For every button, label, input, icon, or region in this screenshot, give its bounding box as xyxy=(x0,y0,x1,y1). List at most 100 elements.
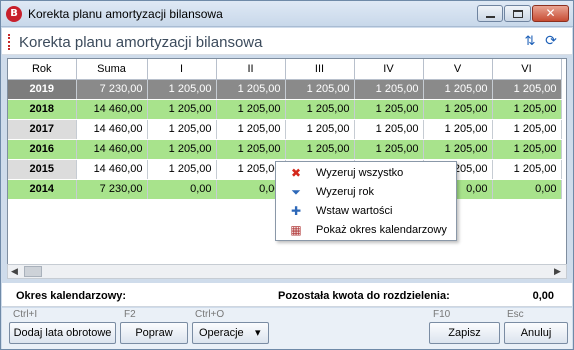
amount-cell[interactable]: 1 205,00 xyxy=(285,99,355,120)
amount-cell[interactable]: 1 205,00 xyxy=(423,139,493,160)
menu-item-insert-values[interactable]: ✚ Wstaw wartości xyxy=(278,202,454,220)
year-cell[interactable]: 2015 xyxy=(8,159,77,180)
amount-cell[interactable]: 1 205,00 xyxy=(216,119,286,140)
menu-item-show-calendar-period[interactable]: ▦ Pokaż okres kalendarzowy xyxy=(278,221,454,239)
menu-item-label: Wyzeruj rok xyxy=(316,186,374,198)
page-header: Korekta planu amortyzacji bilansowa ⇅ ⟳ xyxy=(2,28,572,55)
amount-cell[interactable]: 1 205,00 xyxy=(492,79,562,100)
amount-cell[interactable]: 1 205,00 xyxy=(354,99,424,120)
menu-item-label: Wstaw wartości xyxy=(316,205,393,217)
edit-button[interactable]: Popraw xyxy=(120,322,188,344)
shortcut-hint: Ctrl+O xyxy=(195,309,225,320)
amount-cell[interactable]: 1 205,00 xyxy=(423,79,493,100)
close-button[interactable]: ✕ xyxy=(532,5,569,22)
table-row[interactable]: 2019 7 230,00 1 205,00 1 205,00 1 205,00 1 20… xyxy=(8,79,562,100)
shortcut-hint: Esc xyxy=(507,309,524,320)
table-row[interactable]: 2016 14 460,00 1 205,00 1 205,00 1 205,00 1 2… xyxy=(8,139,562,160)
window-title: Korekta planu amortyzacji bilansowa xyxy=(28,7,223,21)
menu-item-label: Pokaż okres kalendarzowy xyxy=(316,224,447,236)
header-grip-icon xyxy=(8,34,10,50)
operations-button-label: Operacje xyxy=(199,327,244,339)
amount-cell[interactable]: 14 460,00 xyxy=(76,139,148,160)
menu-item-reset-year[interactable]: ⏷ Wyzeruj rok xyxy=(278,183,454,201)
amount-cell[interactable]: 1 205,00 xyxy=(492,99,562,120)
year-cell[interactable]: 2017 xyxy=(8,119,77,140)
maximize-button[interactable] xyxy=(504,5,531,22)
amount-cell[interactable]: 1 205,00 xyxy=(216,99,286,120)
amount-cell[interactable]: 1 205,00 xyxy=(354,139,424,160)
year-cell[interactable]: 2016 xyxy=(8,139,77,160)
amount-cell[interactable]: 14 460,00 xyxy=(76,159,148,180)
amount-cell[interactable]: 1 205,00 xyxy=(147,139,217,160)
page-title: Korekta planu amortyzacji bilansowa xyxy=(19,34,263,51)
okres-label: Okres kalendarzowy: xyxy=(16,290,127,302)
app-window: B Korekta planu amortyzacji bilansowa ✕ … xyxy=(0,0,574,350)
calendar-icon: ▦ xyxy=(290,223,302,237)
scrollbar-thumb[interactable] xyxy=(24,266,42,277)
amount-cell[interactable]: 1 205,00 xyxy=(147,119,217,140)
year-cell[interactable]: 2019 xyxy=(8,79,77,100)
amount-cell[interactable]: 1 205,00 xyxy=(492,139,562,160)
column-header[interactable]: Suma xyxy=(76,59,148,80)
amount-cell[interactable]: 1 205,00 xyxy=(285,119,355,140)
table-row[interactable]: 2017 14 460,00 1 205,00 1 205,00 1 205,00 1 2… xyxy=(8,119,562,140)
column-header[interactable]: VI xyxy=(492,59,562,80)
shortcut-hint: F10 xyxy=(433,309,451,320)
scroll-right-icon[interactable]: ▶ xyxy=(554,266,564,278)
amount-cell[interactable]: 1 205,00 xyxy=(492,119,562,140)
cancel-button[interactable]: Anuluj xyxy=(504,322,568,344)
menu-item-reset-all[interactable]: ✖ Wyzeruj wszystko xyxy=(278,164,454,182)
amount-cell[interactable]: 1 205,00 xyxy=(147,79,217,100)
footer-toolbar: Ctrl+I Dodaj lata obrotowe F2 Popraw Ctr… xyxy=(2,308,572,349)
amount-cell[interactable]: 7 230,00 xyxy=(76,179,148,200)
shortcut-hint: Ctrl+I xyxy=(13,309,38,320)
menu-item-label: Wyzeruj wszystko xyxy=(316,167,404,179)
minimize-icon xyxy=(486,16,495,18)
amount-cell[interactable]: 1 205,00 xyxy=(354,119,424,140)
refresh-icon[interactable]: ⟳ xyxy=(543,33,559,50)
app-logo-icon: B xyxy=(6,6,22,22)
remaining-amount-value: 0,00 xyxy=(532,290,554,302)
amount-cell[interactable]: 1 205,00 xyxy=(354,79,424,100)
amount-cell[interactable]: 1 205,00 xyxy=(216,79,286,100)
amount-cell[interactable]: 14 460,00 xyxy=(76,119,148,140)
save-button[interactable]: Zapisz xyxy=(429,322,500,344)
maximize-icon xyxy=(513,10,523,18)
amount-cell[interactable]: 1 205,00 xyxy=(147,159,217,180)
amount-cell[interactable]: 7 230,00 xyxy=(76,79,148,100)
red-x-icon: ✖ xyxy=(290,166,302,180)
column-header[interactable]: I xyxy=(147,59,217,80)
close-icon: ✕ xyxy=(545,6,556,20)
column-header[interactable]: II xyxy=(216,59,286,80)
column-header[interactable]: III xyxy=(285,59,355,80)
summary-bar: Okres kalendarzowy: Pozostała kwota do r… xyxy=(2,283,572,307)
context-menu: ✖ Wyzeruj wszystko ⏷ Wyzeruj rok ✚ Wstaw… xyxy=(275,161,457,241)
horizontal-scrollbar[interactable]: ◀ ▶ xyxy=(7,264,567,279)
remaining-amount-label: Pozostała kwota do rozdzielenia: xyxy=(278,290,450,302)
add-fiscal-years-button[interactable]: Dodaj lata obrotowe xyxy=(9,322,116,344)
sort-icon[interactable]: ⇅ xyxy=(522,33,538,50)
table-row[interactable]: 2018 14 460,00 1 205,00 1 205,00 1 205,00 1 2… xyxy=(8,99,562,120)
amount-cell[interactable]: 1 205,00 xyxy=(285,79,355,100)
amount-cell[interactable]: 1 205,00 xyxy=(423,119,493,140)
scroll-left-icon[interactable]: ◀ xyxy=(11,266,21,278)
amount-cell[interactable]: 1 205,00 xyxy=(285,139,355,160)
column-header[interactable]: V xyxy=(423,59,493,80)
amount-cell[interactable]: 1 205,00 xyxy=(216,139,286,160)
year-cell[interactable]: 2014 xyxy=(8,179,77,200)
year-cell[interactable]: 2018 xyxy=(8,99,77,120)
column-header[interactable]: IV xyxy=(354,59,424,80)
amount-cell[interactable]: 14 460,00 xyxy=(76,99,148,120)
column-header[interactable]: Rok xyxy=(8,59,77,80)
amount-cell[interactable]: 0,00 xyxy=(147,179,217,200)
amount-cell[interactable]: 1 205,00 xyxy=(492,159,562,180)
title-bar[interactable]: B Korekta planu amortyzacji bilansowa ✕ xyxy=(1,1,573,27)
chevron-down-icon: ▾ xyxy=(255,327,261,339)
amount-cell[interactable]: 1 205,00 xyxy=(423,99,493,120)
table-header-row: Rok Suma I II III IV V VI xyxy=(8,59,562,80)
minimize-button[interactable] xyxy=(477,5,503,22)
shortcut-hint: F2 xyxy=(124,309,136,320)
amount-cell[interactable]: 1 205,00 xyxy=(147,99,217,120)
amount-cell[interactable]: 0,00 xyxy=(492,179,562,200)
operations-dropdown-button[interactable]: Operacje ▾ xyxy=(192,322,269,344)
